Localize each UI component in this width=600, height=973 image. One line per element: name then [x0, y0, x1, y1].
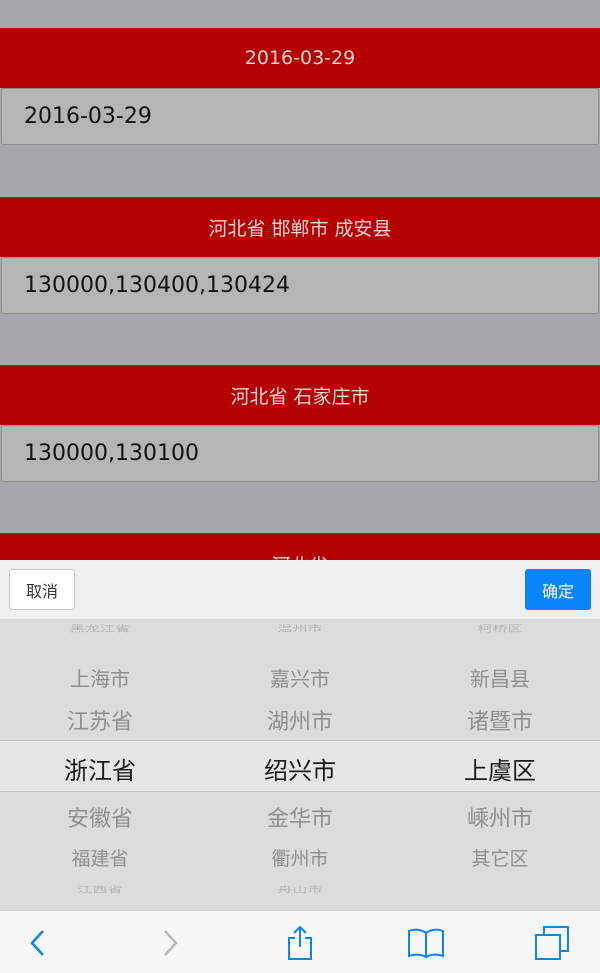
- province-wheel[interactable]: 黑龙江省 上海市 江苏省 浙江省 安徽省 福建省 江西省: [0, 620, 200, 910]
- province-option[interactable]: 上海市: [0, 663, 200, 692]
- region-header-county: 河北省 邯郸市 成安县: [0, 197, 600, 257]
- picker-wheels[interactable]: 黑龙江省 上海市 江苏省 浙江省 安徽省 福建省 江西省 温州市 嘉兴市 湖州市…: [0, 620, 600, 910]
- province-option[interactable]: 安徽省: [0, 801, 200, 833]
- district-option[interactable]: 嵊州市: [400, 801, 600, 833]
- date-header: 2016-03-29: [0, 28, 600, 88]
- picker-toolbar: 取消 确定: [0, 560, 600, 620]
- back-icon[interactable]: [18, 925, 58, 961]
- district-wheel[interactable]: 柯桥区 新昌县 诸暨市 上虞区 嵊州市 其它区: [400, 620, 600, 910]
- city-option[interactable]: 金华市: [200, 801, 400, 833]
- district-option[interactable]: 诸暨市: [400, 704, 600, 736]
- region-code-field-county[interactable]: 130000,130400,130424: [1, 257, 599, 314]
- city-wheel[interactable]: 温州市 嘉兴市 湖州市 绍兴市 金华市 衢州市 舟山市: [200, 620, 400, 910]
- district-option[interactable]: 其它区: [400, 844, 600, 871]
- province-option[interactable]: 江西省: [0, 884, 200, 896]
- city-option[interactable]: 温州市: [200, 623, 400, 635]
- tabs-icon[interactable]: [532, 925, 572, 961]
- city-option[interactable]: 湖州市: [200, 704, 400, 736]
- city-option[interactable]: 嘉兴市: [200, 663, 400, 692]
- province-option[interactable]: 黑龙江省: [0, 623, 200, 635]
- bookmarks-icon[interactable]: [406, 925, 446, 961]
- province-option[interactable]: 江苏省: [0, 704, 200, 736]
- city-option[interactable]: 衢州市: [200, 844, 400, 871]
- forward-icon[interactable]: [150, 925, 190, 961]
- region-picker: 取消 确定 黑龙江省 上海市 江苏省 浙江省 安徽省 福建省 江西省 温州市 嘉…: [0, 560, 600, 910]
- region-code-field-city[interactable]: 130000,130100: [1, 425, 599, 482]
- province-option[interactable]: 福建省: [0, 844, 200, 871]
- cancel-button[interactable]: 取消: [9, 569, 75, 610]
- district-option[interactable]: 新昌县: [400, 663, 600, 692]
- region-header-city: 河北省 石家庄市: [0, 365, 600, 425]
- date-field[interactable]: 2016-03-29: [1, 88, 599, 145]
- browser-toolbar: [0, 910, 600, 973]
- confirm-button[interactable]: 确定: [525, 569, 591, 610]
- province-option-selected[interactable]: 浙江省: [0, 751, 200, 786]
- city-option-selected[interactable]: 绍兴市: [200, 751, 400, 786]
- district-option[interactable]: 柯桥区: [400, 623, 600, 635]
- city-option[interactable]: 舟山市: [200, 884, 400, 896]
- district-option-selected[interactable]: 上虞区: [400, 751, 600, 786]
- share-icon[interactable]: [280, 925, 320, 961]
